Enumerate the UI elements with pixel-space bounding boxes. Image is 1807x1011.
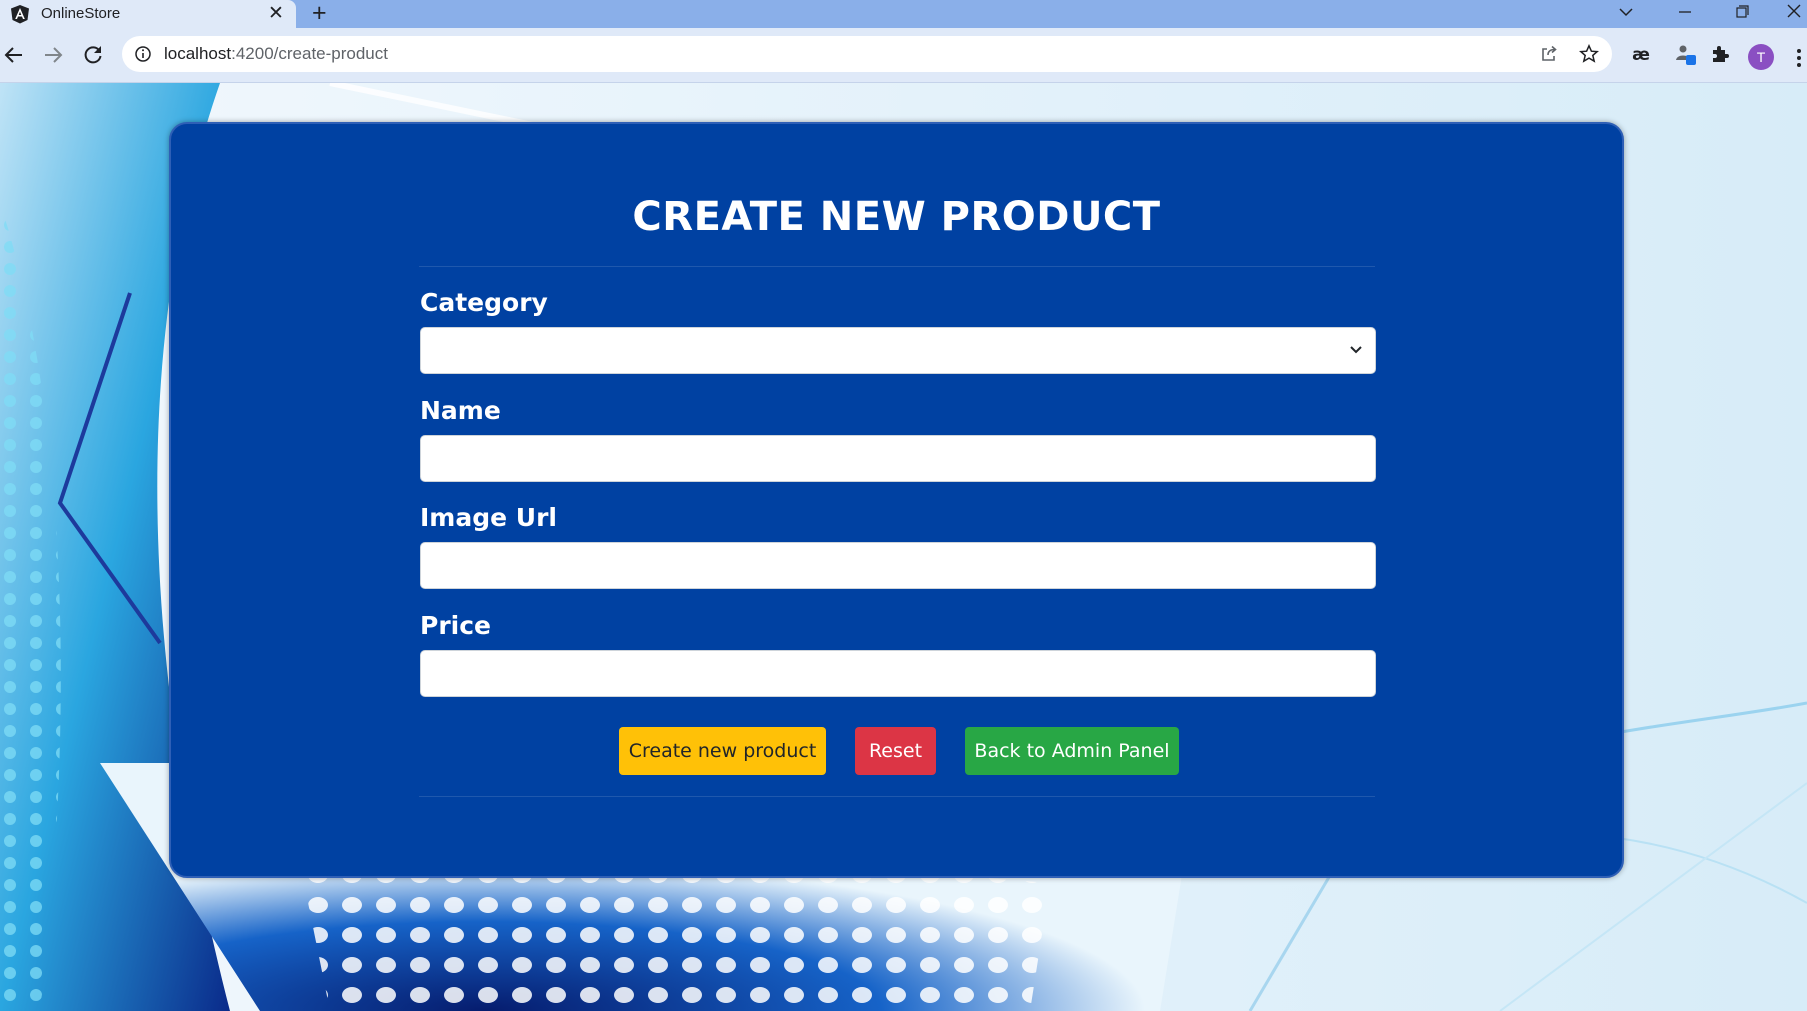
puzzle-person-extension-icon[interactable] [1673,42,1697,66]
category-select[interactable] [420,327,1376,374]
browser-tab[interactable]: OnlineStore ✕ [0,0,296,28]
close-window-icon[interactable] [1772,0,1807,28]
tab-title: OnlineStore [41,5,121,22]
forward-arrow-icon[interactable] [40,42,66,68]
price-input[interactable] [420,650,1376,697]
create-product-card: CREATE NEW PRODUCT Category Name Image U… [169,122,1624,878]
ae-extension-icon[interactable]: æ [1629,42,1653,66]
url-path: :4200/create-product [231,44,388,63]
menu-kebab-icon[interactable] [1794,46,1804,70]
image-url-input[interactable] [420,542,1376,589]
image-url-label: Image Url [420,503,557,532]
svg-text:æ: æ [1632,45,1650,65]
footer-divider [419,796,1375,797]
category-label: Category [420,288,548,317]
bookmark-star-icon[interactable] [1579,44,1599,64]
price-label: Price [420,611,491,640]
share-icon[interactable] [1539,44,1559,64]
angular-favicon-icon [11,5,29,24]
url-host: localhost [164,44,232,63]
title-divider [419,266,1375,267]
reload-icon[interactable] [80,42,106,68]
minimize-icon[interactable] [1663,0,1707,28]
page-title: CREATE NEW PRODUCT [632,194,1161,240]
extensions-puzzle-icon[interactable] [1709,42,1733,66]
new-tab-icon[interactable]: + [312,0,327,28]
profile-avatar[interactable]: T [1748,44,1774,70]
back-arrow-icon[interactable] [1,42,27,68]
site-info-icon[interactable] [134,45,152,63]
tab-close-icon[interactable]: ✕ [266,2,286,25]
back-to-admin-button[interactable]: Back to Admin Panel [965,727,1179,775]
address-bar[interactable]: localhost:4200/create-product [122,36,1612,72]
browser-toolbar: localhost:4200/create-product æ [0,28,1807,83]
restore-icon[interactable] [1720,0,1764,28]
url-text[interactable]: localhost:4200/create-product [164,44,388,64]
tab-search-chevron-icon[interactable] [1604,0,1648,28]
name-label: Name [420,396,501,425]
create-product-button[interactable]: Create new product [619,727,826,775]
reset-button[interactable]: Reset [855,727,936,775]
browser-tab-bar: OnlineStore ✕ + [0,0,1807,28]
name-input[interactable] [420,435,1376,482]
chevron-down-icon [1350,346,1362,354]
